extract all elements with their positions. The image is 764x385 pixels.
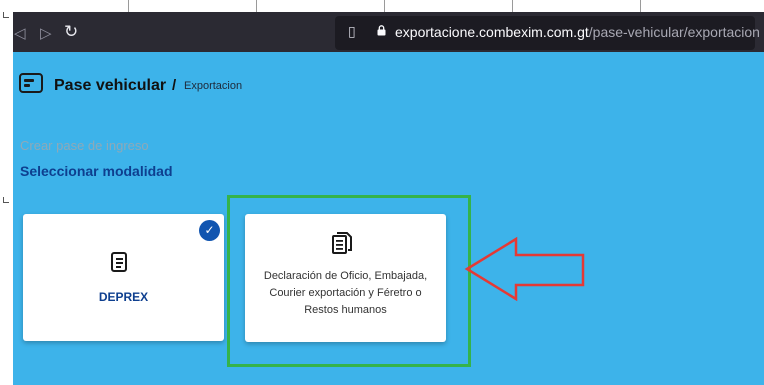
page-title: Pase vehicular	[54, 77, 167, 94]
breadcrumb-exportacion[interactable]: Exportacion	[184, 80, 242, 92]
tick-mark	[256, 0, 257, 12]
forward-icon[interactable]: ▷	[40, 24, 52, 42]
url-text[interactable]: exportacione.combexim.com.gt/pase-vehicu…	[395, 24, 760, 40]
url-bar[interactable]: ▯ exportacione.combexim.com.gt/pase-vehi…	[335, 16, 760, 50]
tick-mark	[512, 0, 513, 12]
reload-icon[interactable]: ↻	[64, 23, 78, 41]
browser-toolbar: ◁ ▷ ↻ ▯ exportacione.combexim.com.gt/pas…	[0, 12, 764, 52]
modalidad-card-deprex[interactable]: ✓ DEPREX	[23, 214, 224, 341]
url-path: /pase-vehicular/exportacion	[588, 24, 760, 40]
document-icon	[19, 73, 43, 93]
section-title: Seleccionar modalidad	[20, 163, 173, 179]
red-arrow-icon	[464, 236, 585, 302]
tick-mark	[128, 0, 129, 12]
back-icon[interactable]: ◁	[14, 24, 26, 42]
check-icon: ✓	[199, 220, 220, 241]
subtitle-crear-pase: Crear pase de ingreso	[20, 138, 149, 153]
highlight-box	[227, 195, 471, 367]
edge-mark	[3, 12, 9, 18]
url-host: exportacione.combexim.com.gt	[395, 24, 589, 40]
edge-mark	[3, 197, 9, 203]
tick-mark	[384, 0, 385, 12]
bookmark-icon[interactable]: ▯	[348, 24, 356, 40]
lock-icon	[377, 25, 386, 36]
breadcrumb-separator: /	[172, 77, 177, 94]
left-window-edge	[0, 12, 13, 385]
document-icon	[111, 252, 127, 272]
tick-mark	[640, 0, 641, 12]
card-label-deprex: DEPREX	[98, 290, 149, 304]
